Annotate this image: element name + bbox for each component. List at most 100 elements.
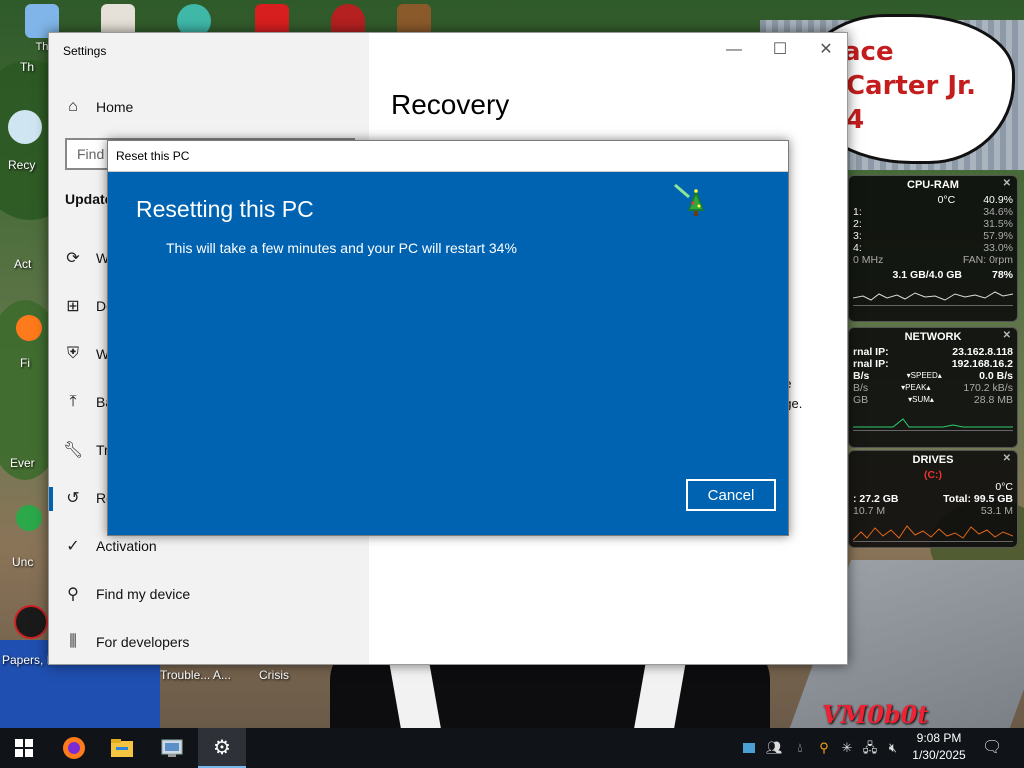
close-icon[interactable]: ✕ xyxy=(1003,453,1011,464)
desktop-icon[interactable] xyxy=(14,315,44,344)
backup-icon: ⤒ xyxy=(69,393,77,410)
desktop-icon-label[interactable]: Th xyxy=(20,60,34,74)
page-title: Recovery xyxy=(391,89,510,120)
firefox-icon xyxy=(16,315,42,341)
progress-message: This will take a few minutes and your PC… xyxy=(166,240,517,256)
cpu-freq-row: 0 MHz FAN: 0rpm xyxy=(853,254,1013,266)
cpu-core-row: 1: 34.6% xyxy=(853,206,1013,218)
desktop-icon-label[interactable]: Trouble... A... xyxy=(160,668,231,682)
shield-icon: ⛨ xyxy=(66,345,79,362)
home-icon: ⌂ xyxy=(68,98,78,115)
sum-row: GB ▾SUM▴ 28.8 MB xyxy=(853,394,1013,406)
recovery-icon: ↺ xyxy=(66,490,80,507)
taskbar-file-explorer[interactable] xyxy=(98,728,146,768)
cpu-total: 40.9% xyxy=(983,194,1013,206)
section-header: Update xyxy=(65,191,113,207)
taskbar-firefox[interactable] xyxy=(50,728,98,768)
cpu-core-row: 4: 33.0% xyxy=(853,242,1013,254)
clock-date: 1/30/2025 xyxy=(912,748,966,762)
tray-drop-icon[interactable]: 💧︎ xyxy=(792,740,808,756)
watermark-text: VM0b0t xyxy=(822,700,929,728)
start-icon xyxy=(15,739,33,757)
recycle-bin-icon xyxy=(8,110,42,144)
desktop-icon-label[interactable]: Act xyxy=(14,257,31,271)
tray-volume-muted-icon[interactable]: 🔇︎ xyxy=(885,740,901,756)
nav-label: Activation xyxy=(96,538,157,554)
bubble-line: l Carter Jr. xyxy=(828,71,977,101)
nav-label: Find my device xyxy=(96,586,191,602)
desktop-icon-label[interactable]: Papers, P xyxy=(2,653,55,667)
drive-name-row: (C:) xyxy=(923,469,943,481)
firefox-icon xyxy=(63,737,85,759)
nav-label: For developers xyxy=(96,634,190,650)
wrench-icon: 🔧︎ xyxy=(63,442,84,459)
notification-center-icon[interactable]: 🗨︎ xyxy=(982,740,1002,756)
cpu-summary: 0°C 40.9% xyxy=(849,194,1017,206)
control-panel-icon xyxy=(161,739,183,757)
desktop-icon-label[interactable]: Fi xyxy=(20,356,30,370)
close-icon[interactable]: ✕ xyxy=(1003,330,1011,341)
tray-search-icon[interactable]: ⚲ xyxy=(816,740,832,756)
gadget-title: NETWORK ✕ xyxy=(904,330,1011,343)
cpu-ram-gadget[interactable]: CPU-RAM ✕ 0°C 40.9% 1: 34.6% 2: 31.5% 3: 57.… xyxy=(848,175,1018,322)
window-title: Settings xyxy=(63,44,107,58)
minimize-button[interactable]: — xyxy=(711,37,757,63)
maximize-button[interactable]: ☐ xyxy=(757,37,803,63)
settings-icon: ⚙ xyxy=(213,736,231,759)
drives-gadget[interactable]: DRIVES ✕ (C:) 0°C : 27.2 GB Total: 99.5 GB… xyxy=(848,450,1018,548)
desktop-icon-label: Th xyxy=(35,41,49,53)
check-circle-icon: ✓ xyxy=(66,538,80,555)
tray-monitor-icon[interactable] xyxy=(743,743,755,753)
desktop-icon-label[interactable]: Unc xyxy=(12,555,33,569)
desktop-icon[interactable] xyxy=(14,605,48,642)
gadget-title: DRIVES ✕ xyxy=(912,453,1011,466)
tray-network-icon[interactable]: 🖧︎ xyxy=(862,740,878,756)
desktop-icon-label[interactable]: Crisis xyxy=(259,668,289,682)
recycle-bin-icon[interactable] xyxy=(8,110,42,147)
bubble-line: ace xyxy=(843,37,894,67)
nav-for-developers[interactable]: ⫼ For developers xyxy=(49,620,369,664)
drive-graph xyxy=(852,520,1014,542)
nav-home[interactable]: ⌂ Home xyxy=(49,85,369,129)
desktop-icon-label[interactable]: Ever xyxy=(10,456,35,470)
taskbar-settings[interactable]: ⚙ xyxy=(198,728,246,768)
tray-people-icon[interactable]: 👥︎ xyxy=(766,740,783,756)
developer-icon: ⫼ xyxy=(69,633,77,650)
tray-star-icon[interactable]: ✳ xyxy=(839,740,855,756)
clock-time: 9:08 PM xyxy=(916,731,962,745)
speed-row: B/s ▾SPEED▴ 0.0 B/s xyxy=(853,370,1013,382)
dialog-heading: Resetting this PC xyxy=(136,196,314,222)
drive-io-row: 10.7 M 53.1 M xyxy=(853,505,1013,517)
start-button[interactable] xyxy=(0,728,48,768)
taskbar-clock[interactable]: 9:08 PM 1/30/2025 xyxy=(908,730,970,764)
file-explorer-icon xyxy=(111,739,133,757)
delivery-icon: ⊞ xyxy=(66,298,80,315)
drive-space-row: : 27.2 GB Total: 99.5 GB xyxy=(853,493,1013,505)
sync-icon: ⟳ xyxy=(66,250,80,267)
internal-ip-row: rnal IP: 192.168.16.2 xyxy=(853,358,1013,370)
ram-graph xyxy=(852,284,1014,306)
desktop-icon[interactable] xyxy=(14,505,44,534)
taskbar-control-panel[interactable] xyxy=(148,728,196,768)
close-button[interactable]: ✕ xyxy=(803,37,849,63)
reset-pc-dialog[interactable]: Reset this PC Resetting this PC This wil… xyxy=(107,140,789,536)
gadget-title: CPU-RAM ✕ xyxy=(907,178,1011,191)
cpu-core-row: 3: 57.9% xyxy=(853,230,1013,242)
ram-row: 3.1 GB/4.0 GB 78% xyxy=(892,269,1013,281)
cancel-button[interactable]: Cancel xyxy=(686,479,776,511)
cpu-temp: 0°C xyxy=(937,194,956,206)
nav-find-my-device[interactable]: ⚲ Find my device xyxy=(49,572,369,616)
taskbar: ⚙ 👥︎ 💧︎ ⚲ ✳ 🖧︎ 🔇︎ 9:08 PM 1/30/2025 🗨︎ xyxy=(0,728,1024,768)
person-location-icon: ⚲ xyxy=(67,586,79,603)
drive-temp-row: 0°C xyxy=(995,481,1013,493)
christmas-tree-cursor-icon xyxy=(674,183,704,216)
external-ip-row: rnal IP: 23.162.8.118 xyxy=(853,346,1013,358)
desktop-icon-label[interactable]: Recy xyxy=(8,158,35,172)
network-graph xyxy=(853,409,1013,431)
cpu-core-row: 2: 31.5% xyxy=(853,218,1013,230)
dialog-title: Reset this PC xyxy=(108,141,788,172)
network-gadget[interactable]: NETWORK ✕ rnal IP: 23.162.8.118 rnal IP: 19… xyxy=(848,327,1018,448)
nav-home-label: Home xyxy=(96,99,134,115)
close-icon[interactable]: ✕ xyxy=(1003,178,1011,189)
peak-row: B/s ▾PEAK▴ 170.2 kB/s xyxy=(853,382,1013,394)
